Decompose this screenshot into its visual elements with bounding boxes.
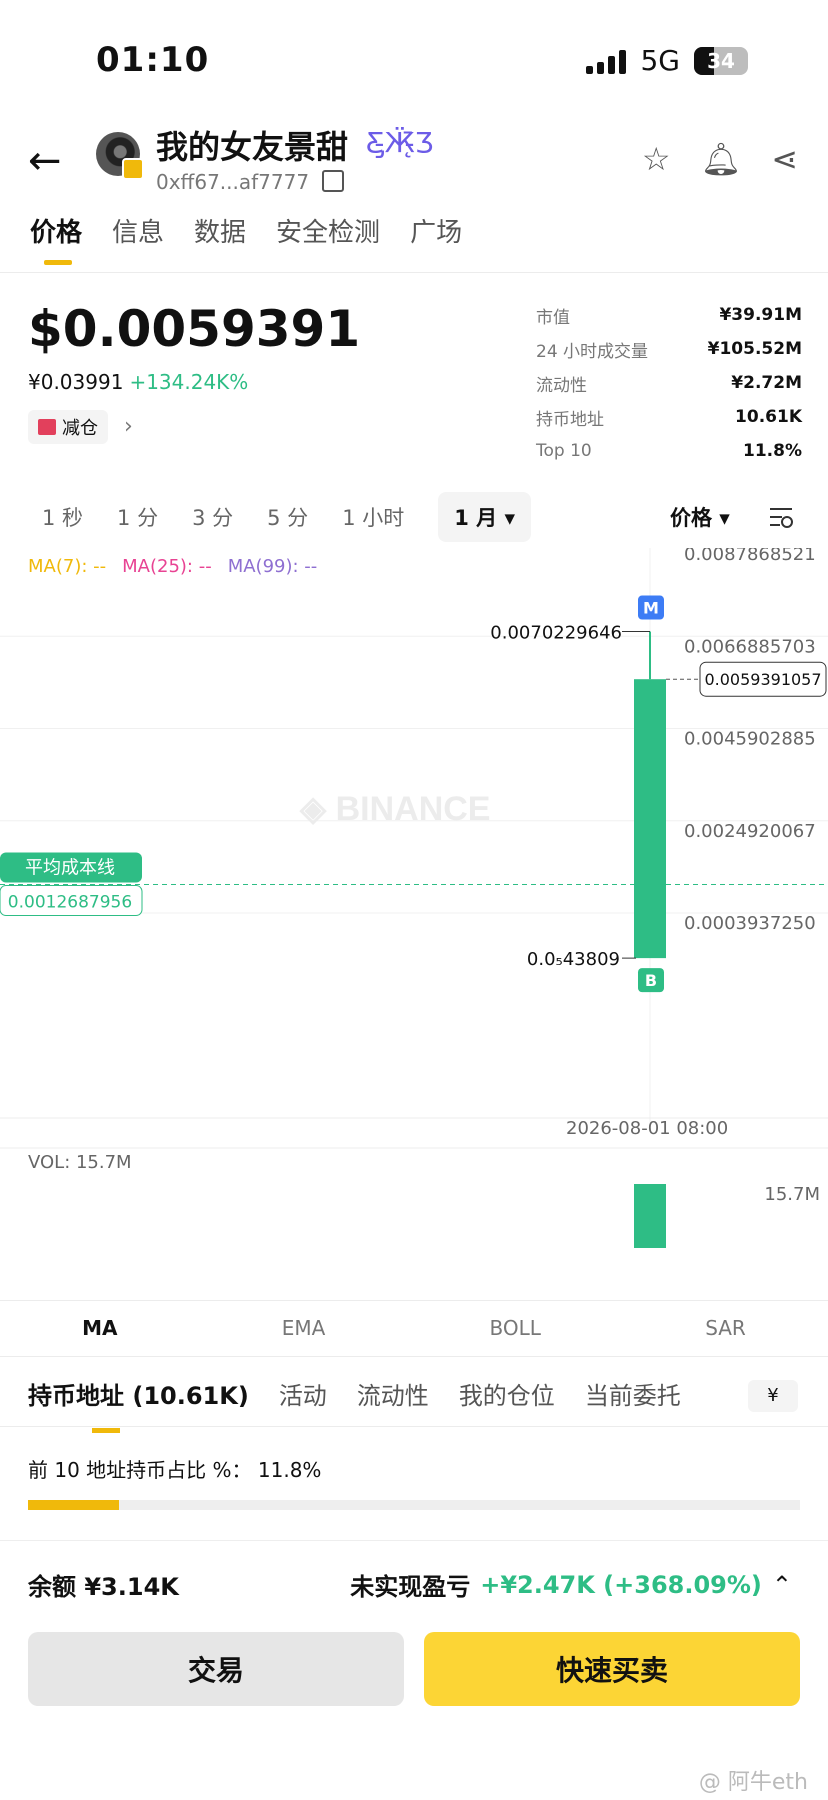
price-change: +134.24K%	[129, 370, 249, 394]
y-tick-label: 0.0003937250	[684, 913, 816, 934]
stat-row: 流动性 ¥2.72M	[536, 373, 802, 396]
quick-trade-button[interactable]: 快速买卖	[424, 1632, 800, 1706]
ma-legend: MA(7): -- MA(25): -- MA(99): --	[28, 556, 317, 577]
chevron-right-icon[interactable]: ›	[124, 414, 133, 439]
indicator-tabs: MA EMA BOLL SAR	[0, 1316, 828, 1340]
top10-text: 前 10 地址持币占比 %： 11.8%	[28, 1458, 322, 1482]
reduce-icon	[38, 419, 56, 435]
butterfly-icon: Ƹ̵̡Ӝ̵̨̄Ʒ	[366, 126, 434, 159]
token-avatar	[96, 132, 144, 180]
pnl-value: +¥2.47K (+368.09%)	[480, 1570, 762, 1599]
avg-cost-label: 平均成本线	[25, 858, 115, 879]
interval-1h[interactable]: 1 小时	[342, 502, 404, 532]
tab-data[interactable]: 数据	[194, 212, 246, 249]
top10-progress	[28, 1500, 800, 1510]
tab-security[interactable]: 安全检测	[276, 212, 380, 249]
reduce-label: 减仓	[62, 418, 98, 439]
indicator-divider	[0, 1300, 828, 1301]
candle-body	[634, 679, 666, 959]
sub-tabs-divider	[0, 1356, 828, 1357]
ma99-label: MA(99): --	[227, 556, 318, 577]
chart-watermark: ◈ BINANCE	[299, 790, 491, 828]
token-name: 我的女友景甜	[156, 128, 349, 166]
interval-5m[interactable]: 5 分	[267, 502, 308, 532]
interval-tabs: 1 秒 1 分 3 分 5 分 1 小时 1 月 ▾	[42, 492, 532, 542]
currency-toggle[interactable]: ¥	[748, 1380, 798, 1412]
indicator-ma[interactable]: MA	[82, 1316, 117, 1340]
main-tabs: 价格 信息 数据 安全检测 广场	[30, 212, 462, 265]
indicator-ema[interactable]: EMA	[282, 1316, 326, 1340]
tab-info[interactable]: 信息	[112, 212, 164, 249]
current-price-label: 0.0059391057	[704, 670, 821, 689]
low-marker: B	[645, 971, 657, 990]
price-chart[interactable]: ◈ BINANCE 0.0087868521 0.0066885703 0.00459…	[0, 548, 828, 1248]
copy-icon[interactable]	[322, 170, 344, 192]
share-icon[interactable]: ⋖	[771, 140, 798, 178]
status-time: 01:10	[96, 40, 210, 80]
token-header: ← 我的女友景甜 Ƹ̵̡Ӝ̵̨̄Ʒ 0xff67...af7777 ☆ 🔔︎ ⋖	[0, 118, 828, 198]
chart-settings-icon[interactable]	[768, 504, 794, 530]
chevron-up-icon[interactable]: ⌃	[772, 1571, 792, 1599]
volume-tick-top: 15.7M	[764, 1184, 820, 1205]
indicator-sar[interactable]: SAR	[705, 1316, 746, 1340]
reduce-badge[interactable]: 减仓	[28, 410, 108, 444]
volume-bar	[634, 1184, 666, 1248]
stat-row: 市值 ¥39.91M	[536, 305, 802, 328]
y-tick-label: 0.0066885703	[684, 636, 816, 657]
y-tick-label: 0.0024920067	[684, 821, 816, 842]
stats-panel: 市值 ¥39.91M 24 小时成交量 ¥105.52M 流动性 ¥2.72M 持币地…	[536, 298, 802, 468]
stat-row: 持币地址 10.61K	[536, 407, 802, 430]
time-axis-label: 2026-08-01 08:00	[566, 1118, 728, 1139]
top10-progress-fill	[28, 1500, 120, 1510]
tabs-divider	[0, 272, 828, 273]
avg-cost-value: 0.0012687956	[8, 893, 132, 913]
y-tick-label: 0.0087868521	[684, 548, 816, 565]
balance-bar: 余额 ¥3.14K 未实现盈亏 +¥2.47K (+368.09%) ⌃	[0, 1540, 828, 1621]
price-cny-row: ¥0.03991 +134.24K%	[28, 370, 248, 394]
bell-icon[interactable]: 🔔︎	[701, 140, 742, 178]
watermark: @ 阿牛eth	[698, 1770, 808, 1795]
network-label: 5G	[640, 44, 680, 77]
price-cny: ¥0.03991	[28, 370, 124, 394]
stat-row: Top 10 11.8%	[536, 441, 802, 461]
battery-icon: 34	[694, 46, 748, 75]
interval-1s[interactable]: 1 秒	[42, 502, 83, 532]
indicator-boll[interactable]: BOLL	[490, 1316, 541, 1340]
chain-badge-icon	[122, 158, 144, 180]
low-label: 0.0₅43809	[527, 949, 620, 970]
price-usd: $0.0059391	[28, 300, 361, 358]
unrealized-pnl[interactable]: 未实现盈亏 +¥2.47K (+368.09%) ⌃	[350, 1567, 792, 1602]
header-actions: ☆ 🔔︎ ⋖	[642, 140, 798, 178]
tab-liquidity[interactable]: 流动性	[357, 1376, 429, 1411]
volume-label: VOL: 15.7M	[28, 1152, 132, 1173]
holder-divider	[0, 1426, 828, 1427]
token-address: 0xff67...af7777	[156, 170, 310, 194]
ma7-label: MA(7): --	[28, 556, 107, 577]
high-marker: M	[643, 599, 659, 618]
tab-my-position[interactable]: 我的仓位	[459, 1376, 555, 1411]
tab-price[interactable]: 价格	[30, 212, 82, 265]
trade-button[interactable]: 交易	[28, 1632, 404, 1706]
tab-holders[interactable]: 持币地址 (10.61K)	[28, 1376, 249, 1433]
tab-activity[interactable]: 活动	[279, 1376, 327, 1411]
price-type-select[interactable]: 价格 ▾	[670, 502, 730, 532]
interval-3m[interactable]: 3 分	[192, 502, 233, 532]
interval-1m[interactable]: 1 分	[117, 502, 158, 532]
star-icon[interactable]: ☆	[642, 140, 671, 178]
stat-row: 24 小时成交量 ¥105.52M	[536, 339, 802, 362]
back-arrow-icon[interactable]: ←	[28, 138, 62, 184]
high-label: 0.0070229646	[490, 623, 622, 644]
y-tick-label: 0.0045902885	[684, 729, 816, 750]
ma25-label: MA(25): --	[122, 556, 212, 577]
tab-open-orders[interactable]: 当前委托	[585, 1376, 681, 1411]
signal-icon	[586, 48, 627, 74]
balance: 余额 ¥3.14K	[28, 1573, 179, 1601]
tab-square[interactable]: 广场	[410, 212, 462, 249]
pnl-label: 未实现盈亏	[350, 1573, 471, 1601]
interval-1mo[interactable]: 1 月 ▾	[438, 492, 532, 542]
status-indicators: 5G 34	[586, 44, 748, 77]
holder-tabs: 持币地址 (10.61K) 活动 流动性 我的仓位 当前委托	[28, 1376, 681, 1433]
